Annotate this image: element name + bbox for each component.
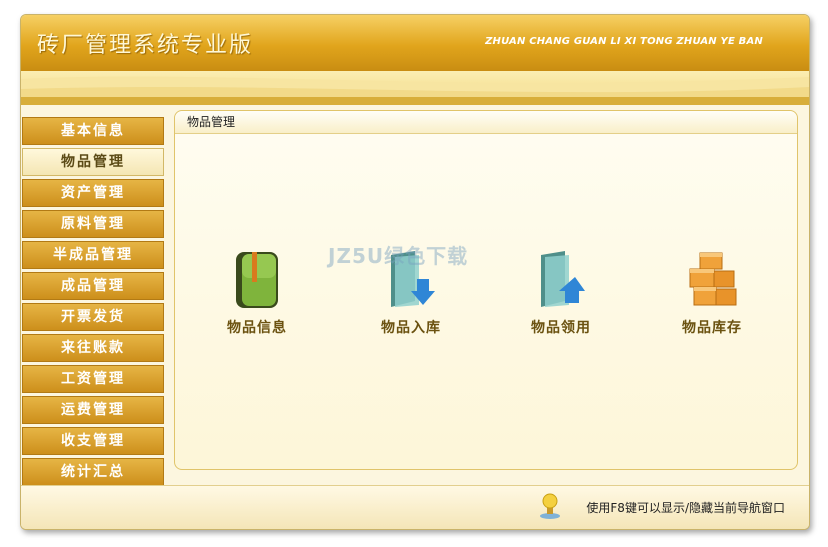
sidebar-item-freight[interactable]: 运费管理 xyxy=(22,396,164,424)
tile-label: 物品信息 xyxy=(227,320,287,336)
sidebar-item-basic-info[interactable]: 基本信息 xyxy=(22,117,164,145)
app-subtitle: ZHUAN CHANG GUAN LI XI TONG ZHUAN YE BAN xyxy=(485,36,763,47)
status-bar: 使用F8键可以显示/隐藏当前导航窗口 xyxy=(21,485,809,529)
sidebar-item-product-management[interactable]: 成品管理 xyxy=(22,272,164,300)
stacked-boxes-icon xyxy=(689,252,737,306)
green-book-icon xyxy=(236,252,278,308)
tile-label: 物品库存 xyxy=(682,320,742,336)
sidebar-nav: 基本信息 物品管理 资产管理 原料管理 半成品管理 成品管理 开票发货 来往账款… xyxy=(22,117,164,489)
lamp-hint-icon xyxy=(540,493,560,519)
tile-label: 物品领用 xyxy=(531,320,591,336)
panel-title: 物品管理 xyxy=(175,111,797,134)
tile-goods-info[interactable]: 物品信息 xyxy=(202,249,312,337)
sidebar-item-accounts[interactable]: 来往账款 xyxy=(22,334,164,362)
sidebar-item-semi-product-management[interactable]: 半成品管理 xyxy=(22,241,164,269)
app-window: 砖厂管理系统专业版 ZHUAN CHANG GUAN LI XI TONG ZH… xyxy=(20,14,810,530)
tile-label: 物品入库 xyxy=(381,320,441,336)
status-hint-text: 使用F8键可以显示/隐藏当前导航窗口 xyxy=(586,501,785,515)
sidebar-item-invoice-shipping[interactable]: 开票发货 xyxy=(22,303,164,331)
tile-goods-inventory[interactable]: 物品库存 xyxy=(657,249,767,337)
folder-up-arrow-icon xyxy=(541,251,585,307)
sidebar-item-asset-management[interactable]: 资产管理 xyxy=(22,179,164,207)
decorative-band xyxy=(21,71,809,105)
app-title: 砖厂管理系统专业版 xyxy=(37,33,254,58)
tile-row: 物品信息 物品入库 物品领用 物品库存 xyxy=(175,249,797,339)
app-header: 砖厂管理系统专业版 ZHUAN CHANG GUAN LI XI TONG ZH… xyxy=(21,15,809,71)
sidebar-item-statistics[interactable]: 统计汇总 xyxy=(22,458,164,486)
sidebar-item-material-management[interactable]: 原料管理 xyxy=(22,210,164,238)
sidebar-item-payroll[interactable]: 工资管理 xyxy=(22,365,164,393)
sidebar-item-goods-management[interactable]: 物品管理 xyxy=(22,148,164,176)
watermark-text: JZ5U绿色下载 xyxy=(328,244,469,268)
tile-goods-requisition[interactable]: 物品领用 xyxy=(506,249,616,337)
content-panel: 物品管理 物品信息 物品入库 物品领用 物品库存 xyxy=(174,110,798,470)
decorative-strip xyxy=(21,97,809,105)
sidebar-item-income-expense[interactable]: 收支管理 xyxy=(22,427,164,455)
